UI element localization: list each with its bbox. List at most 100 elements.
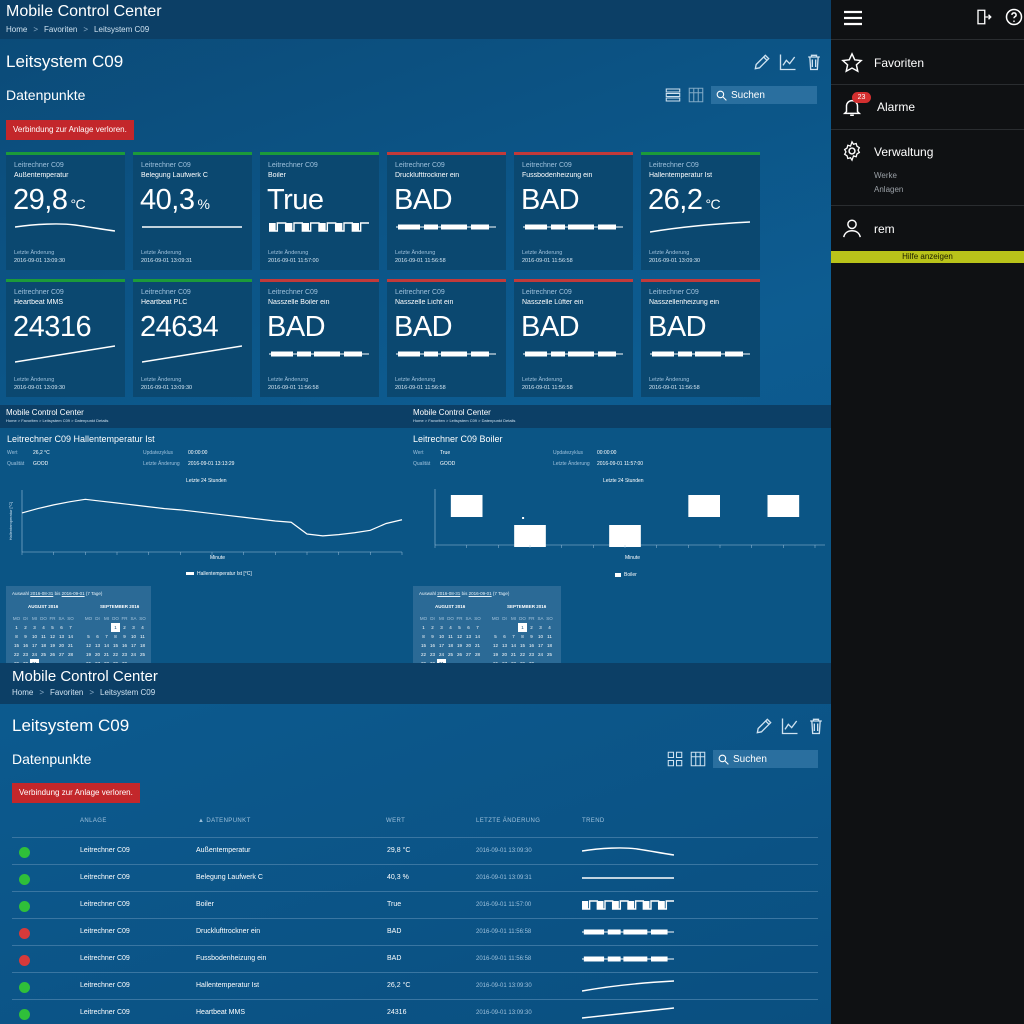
calendar-day[interactable]: 7 (509, 632, 518, 641)
calendar-day[interactable]: 28 (473, 650, 482, 659)
calendar-day[interactable]: 23 (527, 650, 536, 659)
sidebar-item-verwaltung[interactable]: Verwaltung Werke Anlagen (831, 130, 1024, 206)
search-box[interactable] (711, 86, 817, 104)
search-input[interactable] (731, 89, 811, 101)
calendar-day[interactable]: 10 (30, 632, 39, 641)
datapoint-tile[interactable]: Leitrechner C09 Boiler True Letzte Änder… (260, 152, 379, 270)
calendar-day[interactable]: 3 (30, 623, 39, 632)
calendar-day[interactable]: 21 (102, 650, 111, 659)
date-range-calendar[interactable]: Auswahl 2016-08-31 bis 2016-09-01 (7 Tag… (6, 586, 151, 663)
calendar-day[interactable]: 7 (102, 632, 111, 641)
calendar-day[interactable]: 1 (518, 623, 527, 632)
breadcrumb-favoriten[interactable]: Favoriten (50, 688, 83, 697)
calendar-day[interactable]: 23 (120, 650, 129, 659)
calendar-day[interactable]: 15 (12, 641, 21, 650)
calendar-day[interactable]: 14 (473, 632, 482, 641)
date-range-calendar[interactable]: Auswahl 2016-08-31 bis 2016-09-01 (7 Tag… (413, 586, 561, 663)
table-row[interactable]: Leitrechner C09 Fussbodenheizung ein BAD… (12, 945, 818, 972)
calendar-day[interactable]: 3 (437, 623, 446, 632)
col-wert[interactable]: WERT (386, 818, 405, 824)
calendar-day[interactable]: 19 (84, 650, 93, 659)
breadcrumb-leitsystem[interactable]: Leitsystem C09 (100, 688, 155, 697)
calendar-day[interactable]: 7 (473, 623, 482, 632)
calendar-day[interactable]: 14 (509, 641, 518, 650)
calendar-day[interactable]: 18 (39, 641, 48, 650)
trash-icon[interactable] (806, 716, 826, 736)
calendar-day[interactable]: 18 (545, 641, 554, 650)
calendar-day[interactable]: 20 (93, 650, 102, 659)
calendar-day[interactable]: 10 (437, 632, 446, 641)
calendar-day[interactable]: 15 (419, 641, 428, 650)
breadcrumb-home[interactable]: Home (6, 25, 27, 34)
table-view-icon[interactable] (689, 750, 707, 768)
calendar-day[interactable]: 2 (120, 623, 129, 632)
calendar-day[interactable]: 17 (129, 641, 138, 650)
calendar-day[interactable]: 27 (57, 650, 66, 659)
grid-view-icon[interactable] (666, 750, 684, 768)
chart-icon[interactable] (778, 52, 798, 72)
datapoint-tile[interactable]: Leitrechner C09 Außentemperatur 29,8 °C L… (6, 152, 125, 270)
calendar-day[interactable]: 18 (446, 641, 455, 650)
calendar-day[interactable]: 8 (111, 632, 120, 641)
calendar-day[interactable]: 5 (48, 623, 57, 632)
datapoint-tile[interactable]: Leitrechner C09 Belegung Laufwerk C 40,3… (133, 152, 252, 270)
calendar-day[interactable]: 8 (12, 632, 21, 641)
calendar-day[interactable]: 19 (48, 641, 57, 650)
calendar-day[interactable]: 20 (464, 641, 473, 650)
calendar-day[interactable]: 19 (455, 641, 464, 650)
col-datenpunkt[interactable]: ▲ DATENPUNKT (198, 818, 251, 824)
calendar-day[interactable]: 11 (545, 632, 554, 641)
chart-icon[interactable] (780, 716, 800, 736)
edit-icon[interactable] (754, 716, 774, 736)
calendar-day[interactable]: 24 (437, 650, 446, 659)
datapoint-tile[interactable]: Leitrechner C09 Nasszelle Boiler ein BAD… (260, 279, 379, 397)
calendar-day[interactable]: 4 (39, 623, 48, 632)
calendar-day[interactable]: 13 (500, 641, 509, 650)
calendar-day[interactable]: 4 (138, 623, 147, 632)
calendar-day[interactable]: 24 (536, 650, 545, 659)
range-from[interactable]: 2016-08-31 (30, 591, 53, 596)
calendar-day[interactable]: 6 (464, 623, 473, 632)
calendar-day[interactable]: 15 (111, 641, 120, 650)
calendar-day[interactable]: 24 (30, 650, 39, 659)
help-bar[interactable]: Hilfe anzeigen (831, 251, 1024, 263)
calendar-day[interactable]: 2 (527, 623, 536, 632)
calendar-day[interactable]: 10 (129, 632, 138, 641)
calendar-day[interactable]: 22 (12, 650, 21, 659)
calendar-day[interactable]: 13 (464, 632, 473, 641)
range-to[interactable]: 2016-09-01 (62, 591, 85, 596)
calendar-day[interactable]: 5 (84, 632, 93, 641)
datapoint-tile[interactable]: Leitrechner C09 Hallentemperatur Ist 26,… (641, 152, 760, 270)
calendar-day[interactable]: 4 (446, 623, 455, 632)
calendar-day[interactable]: 12 (48, 632, 57, 641)
help-icon[interactable] (1004, 7, 1024, 27)
logout-icon[interactable] (975, 8, 993, 26)
table-row[interactable]: Leitrechner C09 Außentemperatur 29,8 °C … (12, 837, 818, 864)
calendar-day[interactable]: 9 (21, 632, 30, 641)
calendar-day[interactable]: 17 (30, 641, 39, 650)
search-box[interactable] (713, 750, 818, 768)
calendar-day[interactable]: 27 (464, 650, 473, 659)
calendar-day[interactable]: 11 (138, 632, 147, 641)
calendar-day[interactable]: 20 (500, 650, 509, 659)
sidebar-subitem-anlagen[interactable]: Anlagen (874, 185, 903, 194)
calendar-day[interactable]: 13 (93, 641, 102, 650)
calendar-day[interactable]: 25 (138, 650, 147, 659)
calendar-day[interactable]: 19 (491, 650, 500, 659)
sidebar-subitem-werke[interactable]: Werke (874, 171, 897, 180)
calendar-day[interactable]: 8 (419, 632, 428, 641)
edit-icon[interactable] (752, 52, 772, 72)
breadcrumb-home[interactable]: Home (12, 688, 33, 697)
calendar-day[interactable]: 6 (500, 632, 509, 641)
calendar-day[interactable]: 23 (428, 650, 437, 659)
datapoint-tile[interactable]: Leitrechner C09 Heartbeat PLC 24634 Letz… (133, 279, 252, 397)
list-view-icon[interactable] (664, 86, 682, 104)
calendar-day[interactable]: 7 (66, 623, 75, 632)
calendar-day[interactable]: 25 (446, 650, 455, 659)
calendar-day[interactable]: 23 (21, 650, 30, 659)
calendar-day[interactable]: 17 (536, 641, 545, 650)
calendar-day[interactable]: 9 (120, 632, 129, 641)
calendar-day[interactable]: 21 (509, 650, 518, 659)
hamburger-menu-icon[interactable] (843, 9, 863, 27)
datapoint-tile[interactable]: Leitrechner C09 Nasszellenheizung ein BA… (641, 279, 760, 397)
